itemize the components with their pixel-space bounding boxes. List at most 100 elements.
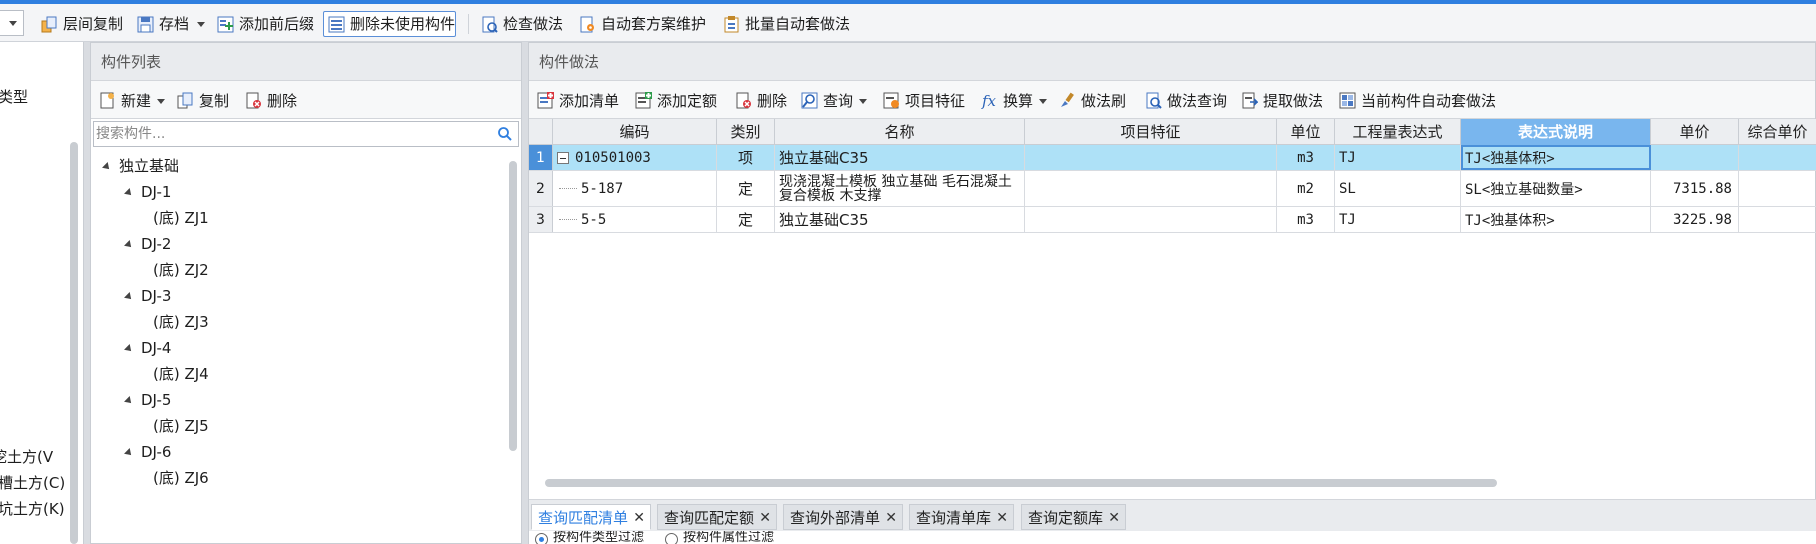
column-header-price[interactable]: 单价 [1651,119,1739,145]
floor-combo[interactable] [0,10,24,36]
chevron-down-icon[interactable] [859,99,868,104]
column-header-type[interactable]: 类别 [717,119,775,145]
column-header-expression[interactable]: 工程量表达式 [1335,119,1461,145]
cell-expression[interactable]: TJ [1335,145,1461,170]
cell-type[interactable]: 项 [717,145,775,170]
floor-copy-button[interactable]: 层间复制 [36,11,124,37]
cell-type[interactable]: 定 [717,171,775,206]
tab-match-bill[interactable]: 查询匹配清单 ✕ [531,504,652,531]
column-header-expression-desc[interactable]: 表达式说明 [1461,119,1651,145]
tree-leaf-node[interactable]: (底) ZJ6 [153,465,209,491]
chevron-down-icon[interactable] [1039,99,1048,104]
check-method-button[interactable]: 检查做法 [476,11,564,37]
cell-name[interactable]: 现浇混凝土模板 独立基础 毛石混凝土 复合模板 木支撑 [775,171,1025,206]
tree-leaf-node[interactable]: (底) ZJ5 [153,413,209,439]
cell-feature[interactable] [1025,145,1277,170]
add-bill-button[interactable]: 添加清单 [535,89,619,113]
cell-unit[interactable]: m3 [1277,145,1335,170]
tree-leaf-node[interactable]: (底) ZJ4 [153,361,209,387]
search-icon[interactable] [497,126,513,142]
collapse-icon[interactable] [557,151,569,164]
expand-triangle-icon[interactable] [124,395,134,406]
table-row[interactable]: 1 010501003 项 独立基础C35 m3 TJ TJ<独基体积> [529,145,1816,171]
auto-scheme-button[interactable]: 自动套方案维护 [574,11,707,37]
cell-feature[interactable] [1025,207,1277,232]
delete-component-button[interactable]: 删除 [243,89,297,113]
cell-price[interactable] [1651,145,1739,170]
tab-bill-library[interactable]: 查询清单库 ✕ [909,504,1015,531]
column-header-code[interactable]: 编码 [553,119,717,145]
tree-group-node[interactable]: DJ-4 [124,335,171,361]
close-icon[interactable]: ✕ [1108,505,1120,531]
close-icon[interactable]: ✕ [996,505,1008,531]
tree-group-node[interactable]: DJ-3 [124,283,275,309]
tree-leaf-node[interactable]: (底) ZJ3 [153,309,209,335]
expand-triangle-icon[interactable] [124,187,134,198]
filter-by-attr-radio[interactable] [665,533,678,544]
cell-unit[interactable]: m3 [1277,207,1335,232]
convert-button[interactable]: fx 换算 [979,89,1048,113]
tree-group-node[interactable]: DJ-6 [124,439,171,465]
query-button[interactable]: 查询 [799,89,868,113]
cell-code[interactable]: 010501003 [553,145,717,170]
expand-triangle-icon[interactable] [102,161,112,172]
type-item[interactable]: 槽土方(C) [0,472,65,493]
auto-current-method-button[interactable]: 当前构件自动套做法 [1337,89,1496,113]
close-icon[interactable]: ✕ [885,505,897,531]
component-search-input[interactable] [93,121,519,147]
type-item[interactable]: 挖土方(V [0,446,53,467]
tree-group-node[interactable]: DJ-1 [124,179,171,205]
column-header-name[interactable]: 名称 [775,119,1025,145]
cell-type[interactable]: 定 [717,207,775,232]
tab-external-bill[interactable]: 查询外部清单 ✕ [783,504,904,531]
cell-expression-desc[interactable]: SL<独立基础数量> [1461,171,1651,206]
table-row[interactable]: 2 5-187 定 现浇混凝土模板 独立基础 毛石混凝土 复合模板 木支撑 m2… [529,171,1816,207]
cell-comp-price[interactable] [1739,145,1816,170]
method-query-button[interactable]: 做法查询 [1143,89,1227,113]
cell-expression-desc[interactable]: TJ<独基体积> [1461,207,1651,232]
cell-expression[interactable]: TJ [1335,207,1461,232]
close-icon[interactable]: ✕ [759,505,771,531]
add-quota-button[interactable]: 添加定额 [633,89,717,113]
tree-group-node[interactable]: DJ-5 [124,387,171,413]
delete-unused-button[interactable]: 删除未使用构件 [323,11,457,37]
method-brush-button[interactable]: 做法刷 [1057,89,1126,113]
vertical-scrollbar[interactable] [70,142,78,544]
item-feature-button[interactable]: 项目特征 [881,89,965,113]
extract-method-button[interactable]: 提取做法 [1239,89,1323,113]
batch-auto-button[interactable]: 批量自动套做法 [718,11,851,37]
expand-triangle-icon[interactable] [124,291,134,302]
expand-triangle-icon[interactable] [124,239,134,250]
cell-unit[interactable]: m2 [1277,171,1335,206]
filter-by-type-radio[interactable] [535,533,548,544]
column-header-unit[interactable]: 单位 [1277,119,1335,145]
new-component-button[interactable]: 新建 [97,89,166,113]
vertical-scrollbar[interactable] [509,161,517,451]
tab-match-quota[interactable]: 查询匹配定额 ✕ [657,504,778,531]
chevron-down-icon[interactable] [157,99,166,104]
column-header-comp-price[interactable]: 综合单价 [1739,119,1816,145]
cell-expression[interactable]: SL [1335,171,1461,206]
cell-code[interactable]: 5-187 [553,171,717,206]
delete-method-button[interactable]: 删除 [733,89,787,113]
table-row[interactable]: 3 5-5 定 独立基础C35 m3 TJ TJ<独基体积> 3225.98 [529,207,1816,233]
cell-name[interactable]: 独立基础C35 [775,207,1025,232]
cell-feature[interactable] [1025,171,1277,206]
tree-leaf-node[interactable]: (底) ZJ2 [153,257,209,283]
expand-triangle-icon[interactable] [124,447,134,458]
tab-quota-library[interactable]: 查询定额库 ✕ [1021,504,1127,531]
horizontal-scrollbar[interactable] [545,479,1497,487]
tree-leaf-node[interactable]: (底) ZJ1 [153,205,209,231]
add-prefix-suffix-button[interactable]: 添加前后缀 [212,11,315,37]
save-button[interactable]: 存档 [132,11,206,37]
copy-component-button[interactable]: 复制 [175,89,229,113]
cell-name[interactable]: 独立基础C35 [775,145,1025,170]
type-item[interactable]: 坑土方(K) [0,498,65,519]
tree-group-node[interactable]: DJ-2 [124,231,171,257]
chevron-down-icon[interactable] [197,22,206,27]
cell-price[interactable]: 3225.98 [1651,207,1739,232]
cell-expression-desc[interactable]: TJ<独基体积> [1461,145,1651,170]
close-icon[interactable]: ✕ [633,505,645,531]
tree-root-node[interactable]: 独立基础 [102,153,179,179]
cell-code[interactable]: 5-5 [553,207,717,232]
